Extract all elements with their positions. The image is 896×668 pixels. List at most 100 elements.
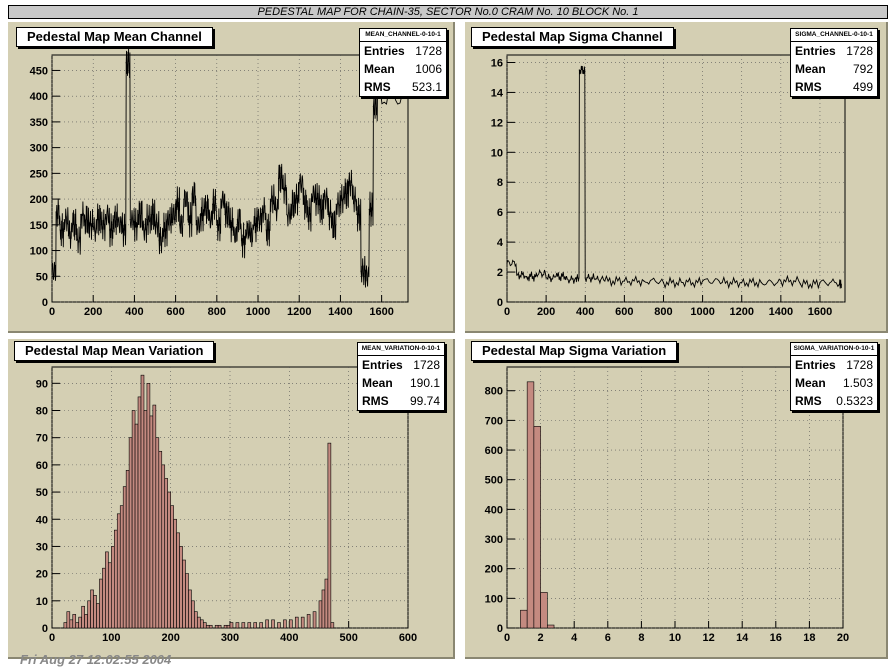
hist-bar — [96, 603, 100, 629]
data-point — [364, 275, 366, 277]
stats-label: Entries — [362, 358, 403, 372]
stats-box: SIGMA_CHANNEL-0-10-1 Entries 1728 Mean 792 RM… — [790, 28, 878, 97]
y-tick-label: 90 — [36, 378, 48, 390]
x-tick-label: 400 — [576, 306, 594, 318]
pad-sigma-variation: 0 2 4 6 8 10 12 14 16 18 20 0 100 200 300 400 500 600 700 8… — [465, 339, 888, 659]
hist-bar — [87, 600, 91, 629]
data-point — [578, 69, 580, 71]
stats-row: RMS 499 — [791, 78, 877, 96]
data-point — [306, 213, 309, 216]
y-tick-label: 350 — [30, 117, 48, 129]
hist-bar — [265, 619, 269, 629]
stats-row: Entries 1728 — [358, 356, 444, 374]
hist-bar — [203, 622, 207, 629]
stats-value: 1728 — [846, 44, 873, 58]
data-point — [819, 281, 821, 284]
data-point — [72, 224, 74, 226]
y-tick-label: 0 — [497, 297, 503, 309]
data-point — [257, 219, 259, 221]
x-tick-label: 100 — [102, 632, 120, 644]
data-point — [232, 234, 234, 236]
data-point — [203, 208, 206, 210]
data-point — [780, 280, 782, 282]
hist-bar — [283, 619, 287, 629]
hist-bar — [188, 589, 192, 629]
data-point — [146, 219, 148, 221]
hist-bar — [229, 622, 234, 629]
x-tick-label: 1200 — [729, 306, 753, 318]
hist-bar — [158, 450, 163, 629]
data-point — [121, 229, 123, 231]
data-point — [104, 213, 107, 216]
hist-bar — [253, 622, 258, 629]
data-point — [179, 224, 181, 226]
data-point — [191, 193, 193, 195]
x-tick-label: 4 — [571, 632, 578, 644]
data-point — [166, 219, 168, 221]
hist-bar — [111, 546, 115, 629]
hist-bar — [146, 383, 151, 629]
series-line — [506, 65, 842, 290]
hist-bar — [197, 616, 201, 629]
x-tick-label: 1400 — [328, 306, 352, 318]
hist-bar — [173, 518, 177, 629]
data-point — [59, 229, 61, 231]
hist-bar — [75, 622, 79, 629]
pad-mean-variation: 0 100 200 300 400 500 600 0 10 20 30 40 50 60 70 80 90 Pe… — [8, 339, 455, 659]
stats-label: RMS — [364, 80, 391, 94]
y-tick-label: 16 — [491, 57, 503, 69]
data-point — [51, 270, 53, 272]
hist-bar — [324, 578, 329, 629]
canvas-banner: PEDESTAL MAP FOR CHAIN-35, SECTOR No.0 C… — [8, 5, 888, 19]
stats-row: RMS 99.74 — [358, 392, 444, 410]
data-point — [343, 193, 346, 195]
stats-label: RMS — [362, 394, 389, 408]
data-point — [207, 219, 210, 221]
hist-bar — [137, 396, 142, 629]
data-point — [109, 229, 111, 231]
data-point — [117, 224, 119, 226]
data-point — [584, 277, 586, 279]
stats-box: MEAN_CHANNEL-0-10-1 Entries 1728 Mean 1006 RM… — [359, 28, 447, 97]
stats-row: Entries 1728 — [791, 42, 877, 60]
data-point — [88, 224, 90, 226]
data-point — [55, 211, 57, 213]
hist-bar — [289, 619, 293, 629]
data-point — [302, 203, 304, 205]
y-tick-label: 14 — [491, 87, 504, 99]
data-point — [356, 213, 358, 216]
stats-value: 190.1 — [409, 376, 440, 390]
data-point — [348, 183, 350, 185]
x-tick-label: 400 — [280, 632, 298, 644]
x-tick-label: 20 — [837, 632, 849, 644]
stats-row: RMS 0.5323 — [791, 392, 877, 410]
data-point — [249, 234, 251, 236]
y-tick-label: 250 — [30, 168, 48, 180]
stats-label: RMS — [795, 394, 822, 408]
x-tick-label: 14 — [736, 632, 749, 644]
data-point — [183, 198, 185, 200]
y-tick-label: 100 — [30, 246, 48, 258]
stats-row: Entries 1728 — [791, 356, 877, 374]
x-tick-label: 800 — [208, 306, 226, 318]
pad-sigma-channel: 0 200 400 600 800 1000 1200 1400 1600 0 2 4 6 8 10 12 14… — [465, 22, 888, 333]
data-point — [682, 281, 684, 284]
hist-bar — [277, 622, 281, 629]
y-tick-label: 700 — [485, 415, 503, 427]
data-point — [327, 213, 329, 216]
stats-label: Mean — [795, 376, 826, 390]
data-point — [216, 224, 218, 226]
stats-box: SIGMA_VARIATION-0-10-1 Entries 1728 Mean 1.5… — [790, 342, 878, 411]
hist-bar — [122, 486, 127, 629]
data-point — [319, 208, 321, 210]
footer-timestamp: Fri Aug 27 12:02:55 2004 — [20, 652, 172, 667]
x-tick-label: 600 — [399, 632, 417, 644]
hist-bar — [330, 622, 335, 629]
stats-label: Entries — [795, 44, 836, 58]
stats-value: 499 — [852, 80, 873, 94]
x-tick-label: 600 — [615, 306, 633, 318]
data-point — [228, 224, 230, 226]
y-tick-label: 40 — [36, 514, 48, 526]
data-point — [741, 281, 743, 284]
data-point — [721, 281, 723, 284]
